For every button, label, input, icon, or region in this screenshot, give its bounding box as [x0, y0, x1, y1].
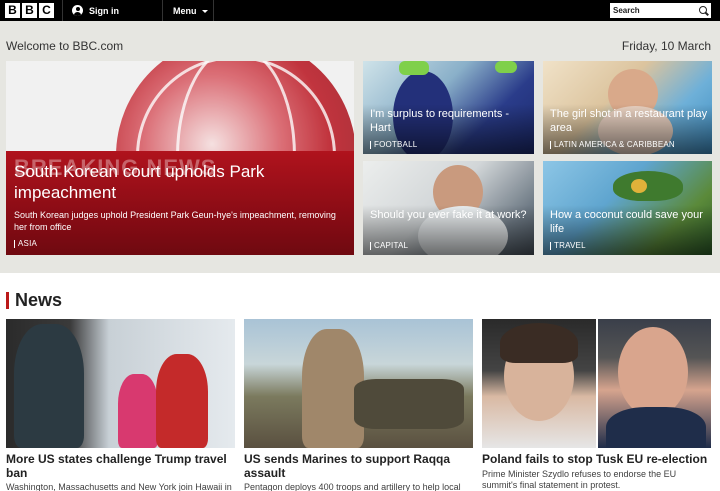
news-headline-marines[interactable]: US sends Marines to support Raqqa assaul…	[244, 452, 473, 480]
nav-divider	[213, 0, 214, 21]
logo-letter-c: C	[39, 3, 54, 18]
news-section-header: News	[6, 290, 62, 311]
tusk-face	[618, 327, 688, 417]
child-figure	[118, 374, 158, 448]
top-story-tag[interactable]: Asia	[14, 239, 37, 248]
nav-divider	[62, 0, 63, 21]
news-headline-tusk[interactable]: Poland fails to stop Tusk EU re-election	[482, 452, 711, 466]
woman-figure	[14, 324, 84, 448]
hero-card-headline[interactable]: I'm surplus to requirements - Hart	[370, 107, 530, 135]
news-section-title[interactable]: News	[15, 290, 62, 311]
top-story-headline[interactable]: South Korean court upholds Park impeachm…	[14, 161, 334, 203]
hero-card-headline[interactable]: Should you ever fake it at work?	[370, 208, 530, 222]
artillery-gun	[354, 379, 464, 429]
hero-card-tag[interactable]: Travel	[550, 241, 586, 250]
hero-card-capital[interactable]: Should you ever fake it at work? Capital	[363, 161, 534, 255]
date-text: Friday, 10 March	[621, 39, 711, 53]
hero-card-tag[interactable]: Football	[370, 140, 417, 149]
news-summary-marines: Pentagon deploys 400 troops and artiller…	[244, 482, 461, 491]
top-navigation-bar: B B C Sign in Menu Search	[0, 0, 720, 21]
hero-card-tag[interactable]: Latin America & Caribbean	[550, 140, 675, 149]
news-summary-travel-ban: Washington, Massachusetts and New York j…	[6, 482, 232, 491]
search-icon[interactable]	[699, 6, 707, 14]
tusk-suit	[606, 407, 706, 448]
search-placeholder: Search	[613, 6, 640, 15]
menu-button[interactable]: Menu	[173, 0, 208, 21]
palm-leaves	[613, 171, 683, 201]
menu-label: Menu	[173, 5, 197, 16]
hug-figure	[156, 354, 208, 448]
welcome-text: Welcome to BBC.com	[6, 39, 124, 53]
news-headline-travel-ban[interactable]: More US states challenge Trump travel ba…	[6, 452, 235, 480]
user-icon	[72, 5, 83, 16]
nav-divider	[162, 0, 163, 21]
bbc-logo[interactable]: B B C	[5, 3, 54, 18]
chevron-down-icon	[201, 9, 208, 13]
sign-in-label: Sign in	[89, 5, 119, 16]
hero-card-latin-america[interactable]: The girl shot in a restaurant play area …	[543, 61, 712, 154]
news-image-tusk[interactable]	[598, 319, 711, 448]
news-image-travel-ban[interactable]	[6, 319, 235, 448]
hero-card-headline[interactable]: How a coconut could save your life	[550, 208, 710, 236]
top-story-summary: South Korean judges uphold President Par…	[14, 210, 336, 232]
news-summary-tusk: Prime Minister Szydlo refuses to endorse…	[482, 469, 677, 490]
news-image-szydlo[interactable]	[482, 319, 596, 448]
hero-card-headline[interactable]: The girl shot in a restaurant play area	[550, 107, 710, 135]
news-image-marines[interactable]	[244, 319, 473, 448]
section-accent-bar	[6, 292, 9, 309]
top-story-card[interactable]: BREAKING NEWS South Korean court upholds…	[6, 61, 354, 255]
hero-card-tag[interactable]: Capital	[370, 241, 408, 250]
hero-card-travel[interactable]: How a coconut could save your life Trave…	[543, 161, 712, 255]
logo-letter-b2: B	[22, 3, 37, 18]
coconut	[631, 179, 647, 193]
sign-in-link[interactable]: Sign in	[72, 0, 119, 21]
szydlo-hair	[500, 323, 578, 363]
logo-letter-b1: B	[5, 3, 20, 18]
goalkeeper-glove	[495, 61, 517, 73]
goalkeeper-glove	[399, 61, 429, 75]
search-input[interactable]: Search	[610, 3, 711, 18]
hero-card-football[interactable]: I'm surplus to requirements - Hart Footb…	[363, 61, 534, 154]
